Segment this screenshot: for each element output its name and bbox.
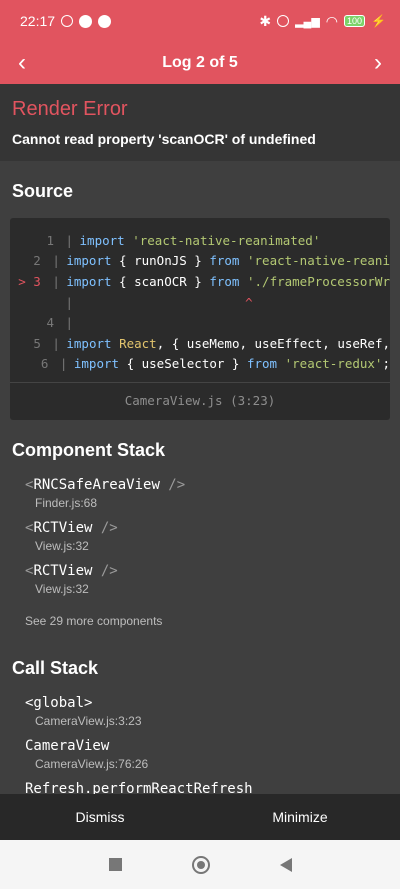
component-stack-item[interactable]: <RNCSafeAreaView /> Finder.js:68 xyxy=(0,471,400,514)
component-stack-item[interactable]: <RCTView /> View.js:32 xyxy=(0,514,400,557)
code-frame[interactable]: 1 | import 'react-native-reanimated' 2 | … xyxy=(10,218,390,421)
component-file: Finder.js:68 xyxy=(35,496,98,511)
frame-file: CameraView.js:3:23 xyxy=(35,714,142,729)
frame-function-name: <global> xyxy=(25,695,93,712)
notification-icon xyxy=(79,14,93,28)
status-time: 22:17 xyxy=(20,13,56,29)
line-number: 2 xyxy=(33,253,41,269)
call-stack-list: <global> CameraView.js:3:23 CameraView Came… xyxy=(0,689,400,794)
code-token: 'react-redux' xyxy=(284,356,383,372)
gutter-separator: | xyxy=(58,232,74,248)
code-token: import xyxy=(66,335,120,351)
code-token: React xyxy=(119,335,157,351)
error-title: Render Error xyxy=(12,98,128,120)
code-frame-file: CameraView.js (3:23) xyxy=(10,382,390,420)
log-content[interactable]: Render Error Cannot read property 'scanO… xyxy=(0,84,400,794)
code-token: import xyxy=(73,356,127,372)
gutter-separator: | xyxy=(44,335,60,351)
line-number: 6 xyxy=(40,356,49,372)
call-stack-heading: Call Stack xyxy=(12,658,99,679)
back-icon[interactable] xyxy=(279,857,292,872)
error-summary: Render Error Cannot read property 'scanO… xyxy=(0,84,400,161)
frame-file: CameraView.js:76:26 xyxy=(35,757,149,772)
component-name: <RNCSafeAreaView /> xyxy=(25,477,186,494)
home-icon[interactable] xyxy=(191,855,210,874)
line-number: 5 xyxy=(33,335,41,351)
system-navigation-bar xyxy=(0,840,400,889)
frame-function-name: Refresh.performReactRefresh xyxy=(25,781,253,794)
component-stack-heading: Component Stack xyxy=(12,440,166,461)
line-number: > 3 xyxy=(18,273,41,289)
chevron-left-icon[interactable]: ‹ xyxy=(18,51,26,75)
component-stack-list: <RNCSafeAreaView /> Finder.js:68 <RCTView … xyxy=(0,471,400,600)
line-number: 1 xyxy=(46,232,54,248)
code-line: 5 | import React, { useMemo, useEffect, … xyxy=(10,333,390,354)
code-line: | ^ xyxy=(10,292,390,313)
call-stack-frame[interactable]: Refresh.performReactRefreshsetUpReactRef… xyxy=(0,775,400,794)
log-counter-title: Log 2 of 5 xyxy=(162,54,238,71)
component-file: View.js:32 xyxy=(35,539,89,554)
charging-icon: ⚡ xyxy=(371,14,386,28)
code-token: from xyxy=(246,356,285,372)
gutter-separator: | xyxy=(52,356,68,372)
call-stack-frame[interactable]: <global> CameraView.js:3:23 xyxy=(0,689,400,732)
dismiss-button[interactable]: Dismiss xyxy=(0,794,200,840)
chevron-right-icon[interactable]: › xyxy=(374,51,382,75)
code-token: ; xyxy=(382,356,390,372)
gutter-separator: | xyxy=(58,294,74,310)
line-number: 4 xyxy=(46,315,54,331)
code-token: { scanOCR } xyxy=(119,273,210,289)
code-line: 2 | import { runOnJS } from 'react-nativ… xyxy=(10,251,390,272)
code-token: ^ xyxy=(79,294,253,310)
component-stack-item[interactable]: <RCTView /> View.js:32 xyxy=(0,557,400,600)
minimize-button[interactable]: Minimize xyxy=(200,794,400,840)
code-lines: 1 | import 'react-native-reanimated' 2 | … xyxy=(10,218,390,382)
code-token: , { useMemo, useEffect, useRef, xyxy=(156,335,390,351)
log-navigation-bar: ‹ Log 2 of 5 › xyxy=(0,42,400,84)
bluetooth-icon: ✱ xyxy=(259,12,272,29)
source-heading: Source xyxy=(12,181,74,201)
signal-icon: ▂▄▆ xyxy=(295,15,320,28)
gutter-separator: | xyxy=(44,273,60,289)
gutter-separator: | xyxy=(58,315,74,331)
call-stack-frame[interactable]: CameraView CameraView.js:76:26 xyxy=(0,732,400,775)
wifi-icon: ◠ xyxy=(325,12,339,29)
action-bar: Dismiss Minimize xyxy=(0,794,400,840)
component-name: <RCTView /> xyxy=(25,563,118,580)
code-token: import xyxy=(66,253,120,269)
error-message: Cannot read property 'scanOCR' of undefi… xyxy=(12,131,316,147)
code-line: 1 | import 'react-native-reanimated' xyxy=(10,230,390,251)
gutter-separator: | xyxy=(44,253,60,269)
code-token: './frameProcessorWr xyxy=(247,273,390,289)
code-token: 'react-native-reani xyxy=(247,253,390,269)
status-bar: 22:17 ✱ ▂▄▆ ◠ 100 ⚡ xyxy=(0,0,400,42)
alarm-icon xyxy=(61,15,74,27)
code-line: 4 | xyxy=(10,312,390,333)
code-token: import xyxy=(79,232,133,248)
see-more-components-link[interactable]: See 29 more components xyxy=(0,600,400,638)
component-name: <RCTView /> xyxy=(25,520,118,537)
code-token: { useSelector } xyxy=(126,356,247,372)
code-token: import xyxy=(66,273,120,289)
frame-function-name: CameraView xyxy=(25,738,110,755)
notification-icon-2 xyxy=(98,14,112,28)
code-line: 6 | import { useSelector } from 'react-r… xyxy=(10,354,390,375)
code-token: { runOnJS } xyxy=(119,253,210,269)
recents-icon[interactable] xyxy=(108,858,122,871)
code-token: 'react-native-reanimated' xyxy=(132,232,321,248)
registered-icon xyxy=(277,15,290,27)
code-token: from xyxy=(209,253,247,269)
battery-indicator: 100 xyxy=(344,15,366,27)
component-file: View.js:32 xyxy=(35,582,89,597)
code-line: > 3 | import { scanOCR } from './framePr… xyxy=(10,271,390,292)
code-token: from xyxy=(209,273,247,289)
